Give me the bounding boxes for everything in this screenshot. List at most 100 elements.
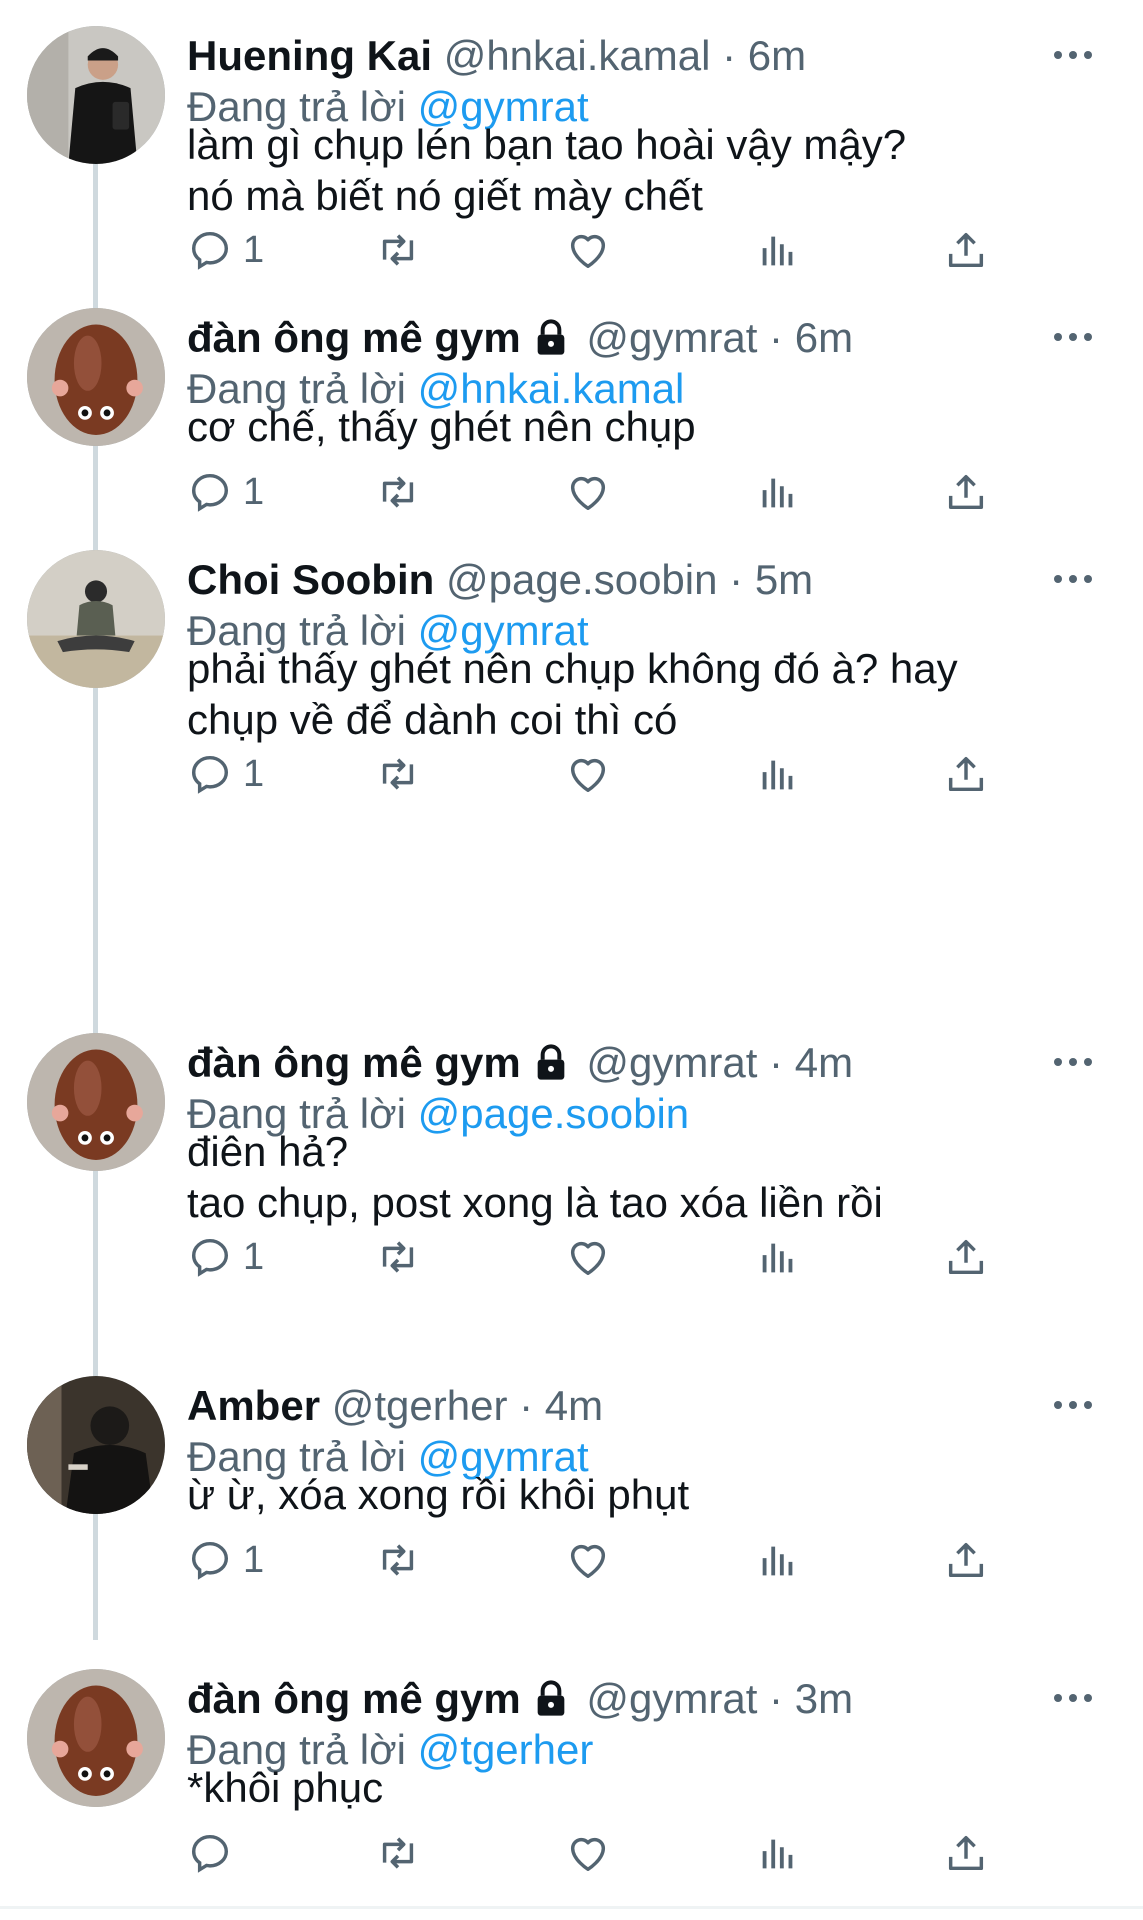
share-button[interactable]	[943, 1530, 989, 1590]
retweet-icon	[382, 758, 414, 790]
user-handle[interactable]: @gymrat	[586, 314, 757, 361]
user-handle[interactable]: @page.soobin	[446, 556, 718, 603]
share-icon	[948, 474, 984, 510]
views-button[interactable]	[755, 1530, 801, 1590]
tweet-text: ừ ừ, xóa xong rồi khôi phụt	[187, 1471, 690, 1518]
share-button[interactable]	[943, 744, 989, 804]
like-button[interactable]	[565, 462, 611, 522]
reply-button[interactable]: 1	[187, 462, 264, 522]
more-options-icon[interactable]	[1048, 40, 1098, 70]
avatar[interactable]	[27, 308, 165, 446]
heart-icon	[570, 476, 606, 511]
more-options-icon[interactable]	[1048, 1683, 1098, 1713]
user-handle[interactable]: @gymrat	[586, 1675, 757, 1722]
views-button[interactable]	[755, 462, 801, 522]
timestamp[interactable]: 6m	[795, 314, 853, 361]
retweet-button[interactable]	[375, 1227, 421, 1287]
share-button[interactable]	[943, 1823, 989, 1883]
more-options-icon[interactable]	[1048, 1390, 1098, 1420]
timestamp[interactable]: 4m	[545, 1382, 603, 1429]
action-bar: 1	[187, 220, 1007, 280]
tweet-header: đàn ông mê gym @gymrat · 4m	[187, 1037, 853, 1089]
timestamp[interactable]: 3m	[795, 1675, 853, 1722]
views-button[interactable]	[755, 1227, 801, 1287]
share-button[interactable]	[943, 462, 989, 522]
avatar[interactable]	[27, 1033, 165, 1171]
display-name[interactable]: đàn ông mê gym	[187, 1675, 521, 1722]
action-bar	[187, 1823, 1007, 1883]
heart-icon	[570, 1241, 606, 1276]
like-button[interactable]	[565, 744, 611, 804]
display-name[interactable]: Choi Soobin	[187, 556, 434, 603]
heart-icon	[570, 234, 606, 269]
display-name[interactable]: Huening Kai	[187, 32, 432, 79]
share-button[interactable]	[943, 1227, 989, 1287]
reply-button[interactable]: 1	[187, 744, 264, 804]
like-button[interactable]	[565, 220, 611, 280]
reply-icon	[191, 755, 229, 794]
divider	[0, 1906, 1143, 1909]
retweet-icon	[382, 1241, 414, 1273]
tweet-text: cơ chế, thấy ghét nên chụp	[187, 403, 696, 450]
heart-icon	[570, 1544, 606, 1579]
retweet-icon	[382, 1544, 414, 1576]
timestamp[interactable]: 6m	[748, 32, 806, 79]
more-options-icon[interactable]	[1048, 322, 1098, 352]
reply-icon	[191, 1541, 229, 1580]
like-button[interactable]	[565, 1530, 611, 1590]
views-button[interactable]	[755, 744, 801, 804]
retweet-button[interactable]	[375, 462, 421, 522]
reply-icon	[191, 473, 229, 512]
separator-dot: ·	[519, 1382, 534, 1429]
action-bar: 1	[187, 462, 1007, 522]
retweet-button[interactable]	[375, 1823, 421, 1883]
reply-icon	[191, 1834, 229, 1873]
reply-count: 1	[243, 470, 265, 513]
display-name[interactable]: đàn ông mê gym	[187, 1039, 521, 1086]
timestamp[interactable]: 4m	[795, 1039, 853, 1086]
user-handle[interactable]: @gymrat	[586, 1039, 757, 1086]
reply-count: 1	[243, 1538, 265, 1581]
views-chart-icon	[762, 1546, 793, 1576]
lock-icon	[537, 1680, 565, 1716]
user-handle[interactable]: @hnkai.kamal	[444, 32, 711, 79]
share-icon	[948, 756, 984, 792]
retweet-icon	[382, 234, 414, 266]
reply-icon	[191, 231, 229, 270]
tweet-header: Amber @tgerher · 4m	[187, 1380, 603, 1432]
reply-button[interactable]	[187, 1823, 243, 1883]
timestamp[interactable]: 5m	[755, 556, 813, 603]
retweet-button[interactable]	[375, 1530, 421, 1590]
views-chart-icon	[762, 1839, 793, 1869]
views-chart-icon	[762, 236, 793, 266]
like-button[interactable]	[565, 1823, 611, 1883]
more-options-icon[interactable]	[1048, 1047, 1098, 1077]
dark-portrait-avatar	[27, 1376, 165, 1514]
reply-button[interactable]: 1	[187, 220, 264, 280]
avatar[interactable]	[27, 26, 165, 164]
share-button[interactable]	[943, 220, 989, 280]
tweet-header: Huening Kai @hnkai.kamal · 6m	[187, 30, 806, 82]
views-button[interactable]	[755, 220, 801, 280]
avatar[interactable]	[27, 1669, 165, 1807]
separator-dot: ·	[729, 556, 744, 603]
display-name[interactable]: Amber	[187, 1382, 320, 1429]
retweet-button[interactable]	[375, 744, 421, 804]
retweet-button[interactable]	[375, 220, 421, 280]
reply-button[interactable]: 1	[187, 1227, 264, 1287]
user-handle[interactable]: @tgerher	[332, 1382, 508, 1429]
more-options-icon[interactable]	[1048, 564, 1098, 594]
tweet-header: đàn ông mê gym @gymrat · 3m	[187, 1673, 853, 1725]
heart-icon	[570, 758, 606, 793]
reply-icon	[191, 1238, 229, 1277]
avatar[interactable]	[27, 550, 165, 688]
display-name[interactable]: đàn ông mê gym	[187, 314, 521, 361]
avatar[interactable]	[27, 1376, 165, 1514]
separator-dot: ·	[722, 32, 737, 79]
action-bar: 1	[187, 1227, 1007, 1287]
views-button[interactable]	[755, 1823, 801, 1883]
replying-to-mention[interactable]: @tgerher	[418, 1726, 594, 1773]
separator-dot: ·	[769, 314, 784, 361]
reply-button[interactable]: 1	[187, 1530, 264, 1590]
like-button[interactable]	[565, 1227, 611, 1287]
